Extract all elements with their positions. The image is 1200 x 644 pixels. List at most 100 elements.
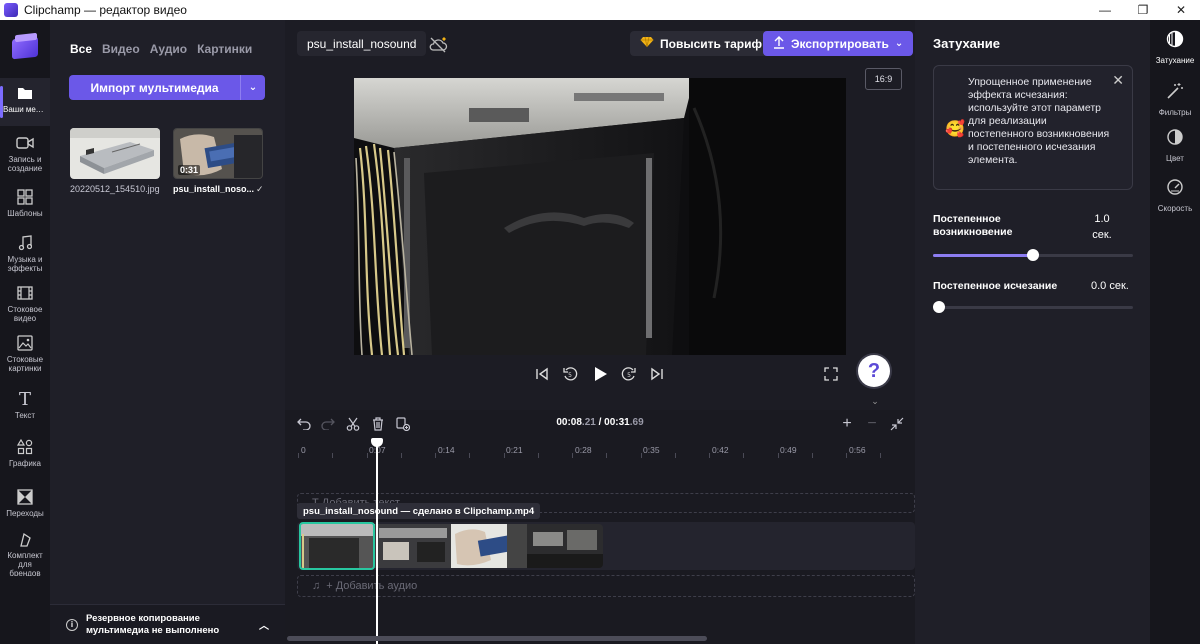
fullscreen-icon[interactable] [822, 365, 840, 383]
rail-filters[interactable]: Фильтры [1150, 82, 1200, 117]
fade-in-slider[interactable] [933, 249, 1133, 261]
selected-clip-outline[interactable] [299, 522, 375, 570]
cloud-sync-off-icon[interactable] [428, 35, 450, 55]
fade-out-slider-thumb[interactable] [933, 301, 945, 313]
ruler-label: 0 [301, 445, 306, 455]
tab-audio[interactable]: Аудио [150, 42, 187, 56]
rail-fade[interactable]: Затухание [1150, 30, 1200, 65]
ruler-label: 0:42 [712, 445, 729, 455]
rewind-5-icon[interactable]: 5 [561, 365, 579, 383]
used-checkmark-icon: ✓ [256, 184, 264, 194]
window-controls: — ❐ ✕ [1086, 0, 1200, 20]
maximize-button[interactable]: ❐ [1124, 0, 1162, 20]
tip-card: 🥰 Упрощенное применение эффекта исчезани… [933, 65, 1133, 190]
ruler-tick [469, 453, 471, 458]
chevron-up-icon[interactable]: ︿ [259, 617, 269, 632]
text-icon: T [18, 388, 31, 410]
ruler-tick [332, 453, 334, 458]
clip-frame [527, 524, 603, 568]
nav-graphics[interactable]: Графика [0, 438, 50, 468]
rail-color[interactable]: Цвет [1150, 128, 1200, 163]
ruler-tick [743, 453, 745, 458]
media-panel: Все Видео Аудио Картинки Импорт мультиме… [50, 20, 285, 644]
upload-icon [773, 35, 785, 52]
add-audio-track[interactable]: ♫ + Добавить аудио [297, 575, 915, 597]
image-icon [16, 334, 34, 352]
close-icon[interactable]: ✕ [1112, 72, 1124, 89]
chevron-down-icon[interactable]: ⌄ [866, 392, 884, 410]
close-button[interactable]: ✕ [1162, 0, 1200, 20]
shapes-icon [16, 438, 34, 456]
nav-transitions[interactable]: Переходы [0, 488, 50, 518]
ruler-tick [435, 453, 436, 458]
ruler-label: 0:49 [780, 445, 797, 455]
zoom-in-icon[interactable]: + [838, 415, 856, 433]
chevron-down-icon[interactable]: ⌄ [240, 75, 265, 100]
timeline-scrollbar[interactable] [287, 636, 707, 641]
backup-status-text: Резервное копирование мультимедиа не вып… [86, 612, 220, 636]
media-item-video[interactable]: 0:31 [173, 128, 263, 179]
fade-out-label: Постепенное исчезание [933, 280, 1058, 292]
left-nav-rail: Ваши медиаресурсы Запись и создание Шабл… [0, 20, 50, 644]
aspect-ratio-button[interactable]: 16:9 [865, 68, 902, 90]
forward-5-icon[interactable]: 5 [620, 365, 638, 383]
nav-brand-kit[interactable]: Комплект для брендов [0, 532, 50, 576]
help-button[interactable]: ? [858, 355, 890, 387]
nav-templates[interactable]: Шаблоны [0, 188, 50, 218]
nav-record-create[interactable]: Запись и создание [0, 134, 50, 173]
project-name-field[interactable]: psu_install_nosound [297, 31, 427, 56]
media-tabs: Все Видео Аудио Картинки [70, 42, 252, 56]
timeline-toolbar: 00:08.21 / 00:31.69 + − [285, 410, 915, 438]
window-title: Clipchamp — редактор видео [24, 3, 187, 17]
video-track[interactable] [297, 522, 915, 570]
skip-to-start-icon[interactable] [533, 365, 551, 383]
film-icon [16, 284, 34, 302]
fit-timeline-icon[interactable] [888, 415, 906, 433]
tab-all[interactable]: Все [70, 42, 92, 56]
fade-in-slider-thumb[interactable] [1027, 249, 1039, 261]
backup-status-bar[interactable]: i Резервное копирование мультимедиа не в… [50, 604, 285, 644]
export-button[interactable]: Экспортировать ⌄ [763, 31, 914, 56]
tip-text: Упрощенное применение эффекта исчезания:… [968, 76, 1110, 166]
media-item-name: psu_install_noso... [173, 184, 255, 194]
clipchamp-brand-icon[interactable] [12, 32, 38, 60]
skip-to-end-icon[interactable] [648, 365, 666, 383]
minimize-button[interactable]: — [1086, 0, 1124, 20]
rail-speed[interactable]: Скорость [1150, 178, 1200, 213]
nav-music-effects[interactable]: Музыка и эффекты [0, 234, 50, 273]
transitions-icon [16, 488, 34, 506]
video-preview[interactable] [354, 78, 846, 355]
playhead[interactable] [371, 438, 383, 644]
total-time: 00:31 [604, 417, 630, 428]
camera-icon [16, 134, 34, 152]
play-icon[interactable] [591, 365, 609, 383]
ruler-tick [606, 453, 608, 458]
preview-area: psu_install_nosound Повысить тариф Экспо… [285, 20, 915, 410]
media-duration-badge: 0:31 [178, 165, 201, 175]
current-time: 00:08 [556, 417, 582, 428]
ruler-label: 0:14 [438, 445, 455, 455]
nav-stock-images[interactable]: Стоковые картинки [0, 334, 50, 373]
nav-stock-video[interactable]: Стоковое видео [0, 284, 50, 323]
clip-frame [375, 524, 451, 568]
magic-wand-icon [1166, 82, 1184, 105]
ruler-tick [846, 453, 847, 458]
nav-your-media[interactable]: Ваши медиаресурсы [0, 78, 50, 126]
upgrade-plan-button[interactable]: Повысить тариф [630, 31, 772, 56]
tab-video[interactable]: Видео [102, 42, 140, 56]
ruler-label: 0:35 [643, 445, 660, 455]
info-icon: i [66, 618, 78, 631]
svg-text:5: 5 [627, 372, 631, 379]
fade-icon [1166, 30, 1184, 53]
ruler-tick [880, 453, 882, 458]
smiling-face-icon: 🥰 [945, 121, 965, 138]
zoom-out-icon[interactable]: − [863, 415, 881, 433]
media-item-image[interactable] [70, 128, 160, 179]
fade-properties-panel: Затухание 🥰 Упрощенное применение эффект… [915, 20, 1150, 644]
diamond-icon [640, 36, 654, 51]
fade-out-slider[interactable] [933, 301, 1133, 313]
nav-text[interactable]: T Текст [0, 388, 50, 421]
import-media-label: Импорт мультимедиа [90, 80, 219, 95]
tab-images[interactable]: Картинки [197, 42, 252, 56]
import-media-button[interactable]: Импорт мультимедиа ⌄ [69, 75, 265, 100]
